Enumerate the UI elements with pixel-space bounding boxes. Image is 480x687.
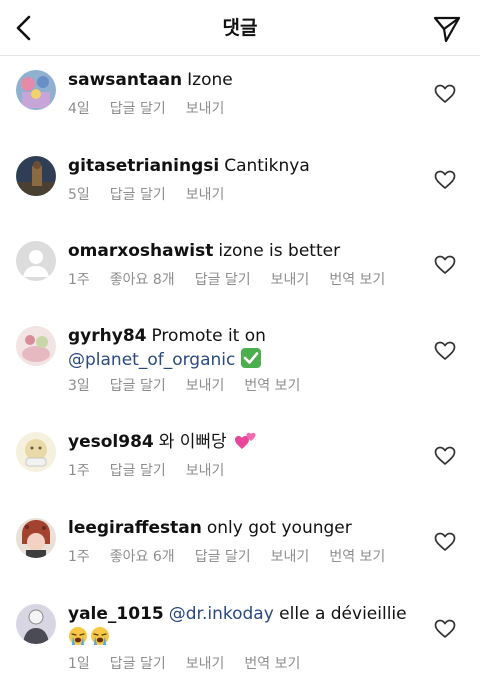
comment-item: gyrhy84 Promote it on @planet_of_organic … bbox=[0, 324, 480, 404]
comment-meta: 1주 좋아요 6개 답글 달기 보내기 번역 보기 bbox=[68, 547, 405, 567]
reply-button[interactable]: 답글 달기 bbox=[110, 463, 166, 479]
comment-meta: 1주 답글 달기 보내기 bbox=[68, 461, 244, 481]
comment-body: 와 이뻐당 bbox=[158, 432, 227, 452]
comment-text: gitasetrianingsi Cantiknya bbox=[68, 154, 420, 178]
avatar[interactable] bbox=[16, 432, 56, 472]
avatar[interactable] bbox=[16, 326, 56, 366]
avatar[interactable] bbox=[16, 604, 56, 644]
heart-icon[interactable] bbox=[434, 619, 456, 639]
likes-count[interactable]: 좋아요 6개 bbox=[110, 549, 175, 565]
paper-plane-icon bbox=[433, 16, 461, 43]
heart-icon[interactable] bbox=[434, 446, 456, 466]
comment-username[interactable]: leegiraffestan bbox=[68, 518, 202, 538]
heart-icon[interactable] bbox=[434, 255, 456, 275]
translate-button[interactable]: 번역 보기 bbox=[329, 272, 385, 288]
comment-time: 1일 bbox=[68, 656, 90, 672]
comment-text: gyrhy84 Promote it on @planet_of_organic bbox=[68, 324, 420, 372]
send-comment-button[interactable]: 보내기 bbox=[186, 101, 225, 117]
translate-button[interactable]: 번역 보기 bbox=[244, 378, 300, 394]
send-comment-button[interactable]: 보내기 bbox=[271, 549, 310, 565]
translate-button[interactable]: 번역 보기 bbox=[329, 549, 385, 565]
translate-button[interactable]: 번역 보기 bbox=[244, 656, 300, 672]
crying-face-emoji-icon bbox=[68, 626, 88, 646]
avatar[interactable] bbox=[16, 156, 56, 196]
likes-count[interactable]: 좋아요 8개 bbox=[110, 272, 175, 288]
comment-body: Cantiknya bbox=[224, 156, 310, 176]
comment-body: only got younger bbox=[206, 518, 352, 538]
comment-text: sawsantaan Izone bbox=[68, 68, 420, 92]
comment-body: elle a dévieillie bbox=[279, 604, 407, 624]
comment-body: izone is better bbox=[218, 241, 341, 261]
reply-button[interactable]: 답글 달기 bbox=[195, 272, 251, 288]
comment-username[interactable]: gyrhy84 bbox=[68, 326, 146, 346]
comment-body: Promote it on bbox=[151, 326, 266, 346]
comment-time: 1주 bbox=[68, 463, 90, 479]
header-bar: 댓글 bbox=[0, 0, 480, 56]
comment-item: yesol984 와 이뻐당 1주 답글 달기 보내기 bbox=[0, 430, 480, 490]
reply-button[interactable]: 답글 달기 bbox=[110, 378, 166, 394]
comment-username[interactable]: gitasetrianingsi bbox=[68, 156, 219, 176]
comment-time: 1주 bbox=[68, 272, 90, 288]
avatar[interactable] bbox=[16, 518, 56, 558]
comment-text: yale_1015 @dr.inkoday elle a dévieillie bbox=[68, 602, 420, 650]
heart-icon[interactable] bbox=[434, 170, 456, 190]
comment-text: omarxoshawist izone is better bbox=[68, 239, 420, 263]
crying-face-emoji-icon bbox=[90, 626, 110, 646]
avatar[interactable] bbox=[16, 70, 56, 110]
comment-item: omarxoshawist izone is better 1주 좋아요 8개 답글 … bbox=[0, 239, 480, 299]
send-button[interactable] bbox=[430, 12, 464, 46]
send-comment-button[interactable]: 보내기 bbox=[186, 187, 225, 203]
comment-time: 3일 bbox=[68, 378, 90, 394]
mention-link[interactable]: @dr.inkoday bbox=[169, 604, 274, 624]
comment-text: yesol984 와 이뻐당 bbox=[68, 430, 420, 454]
comment-meta: 3일 답글 달기 보내기 번역 보기 bbox=[68, 376, 320, 396]
two-hearts-emoji-icon bbox=[234, 430, 258, 450]
reply-button[interactable]: 답글 달기 bbox=[195, 549, 251, 565]
send-comment-button[interactable]: 보내기 bbox=[186, 463, 225, 479]
heart-icon[interactable] bbox=[434, 341, 456, 361]
comment-username[interactable]: yesol984 bbox=[68, 432, 154, 452]
comment-item: sawsantaan Izone 4일 답글 달기 보내기 bbox=[0, 68, 480, 128]
comment-item: gitasetrianingsi Cantiknya 5일 답글 달기 보내기 bbox=[0, 154, 480, 214]
comment-time: 4일 bbox=[68, 101, 90, 117]
comment-username[interactable]: yale_1015 bbox=[68, 604, 164, 624]
send-comment-button[interactable]: 보내기 bbox=[186, 378, 225, 394]
comment-text: leegiraffestan only got younger bbox=[68, 516, 420, 540]
reply-button[interactable]: 답글 달기 bbox=[110, 656, 166, 672]
send-comment-button[interactable]: 보내기 bbox=[186, 656, 225, 672]
reply-button[interactable]: 답글 달기 bbox=[110, 187, 166, 203]
comment-time: 5일 bbox=[68, 187, 90, 203]
avatar[interactable] bbox=[16, 241, 56, 281]
comment-meta: 4일 답글 달기 보내기 bbox=[68, 99, 244, 119]
comment-meta: 5일 답글 달기 보내기 bbox=[68, 185, 244, 205]
comment-meta: 1일 답글 달기 보내기 번역 보기 bbox=[68, 654, 320, 674]
page-title: 댓글 bbox=[222, 17, 258, 39]
send-comment-button[interactable]: 보내기 bbox=[271, 272, 310, 288]
check-mark-emoji-icon bbox=[240, 348, 261, 368]
heart-icon[interactable] bbox=[434, 84, 456, 104]
comment-username[interactable]: sawsantaan bbox=[68, 70, 182, 90]
heart-icon[interactable] bbox=[434, 532, 456, 552]
mention-link[interactable]: @planet_of_organic bbox=[68, 350, 235, 370]
reply-button[interactable]: 답글 달기 bbox=[110, 101, 166, 117]
comment-username[interactable]: omarxoshawist bbox=[68, 241, 213, 261]
comment-body: Izone bbox=[187, 70, 233, 90]
comment-item: leegiraffestan only got younger 1주 좋아요 6개 답… bbox=[0, 516, 480, 576]
comment-item: yale_1015 @dr.inkoday elle a dévieillie 1… bbox=[0, 602, 480, 682]
comment-time: 1주 bbox=[68, 549, 90, 565]
comment-meta: 1주 좋아요 8개 답글 달기 보내기 번역 보기 bbox=[68, 270, 405, 290]
